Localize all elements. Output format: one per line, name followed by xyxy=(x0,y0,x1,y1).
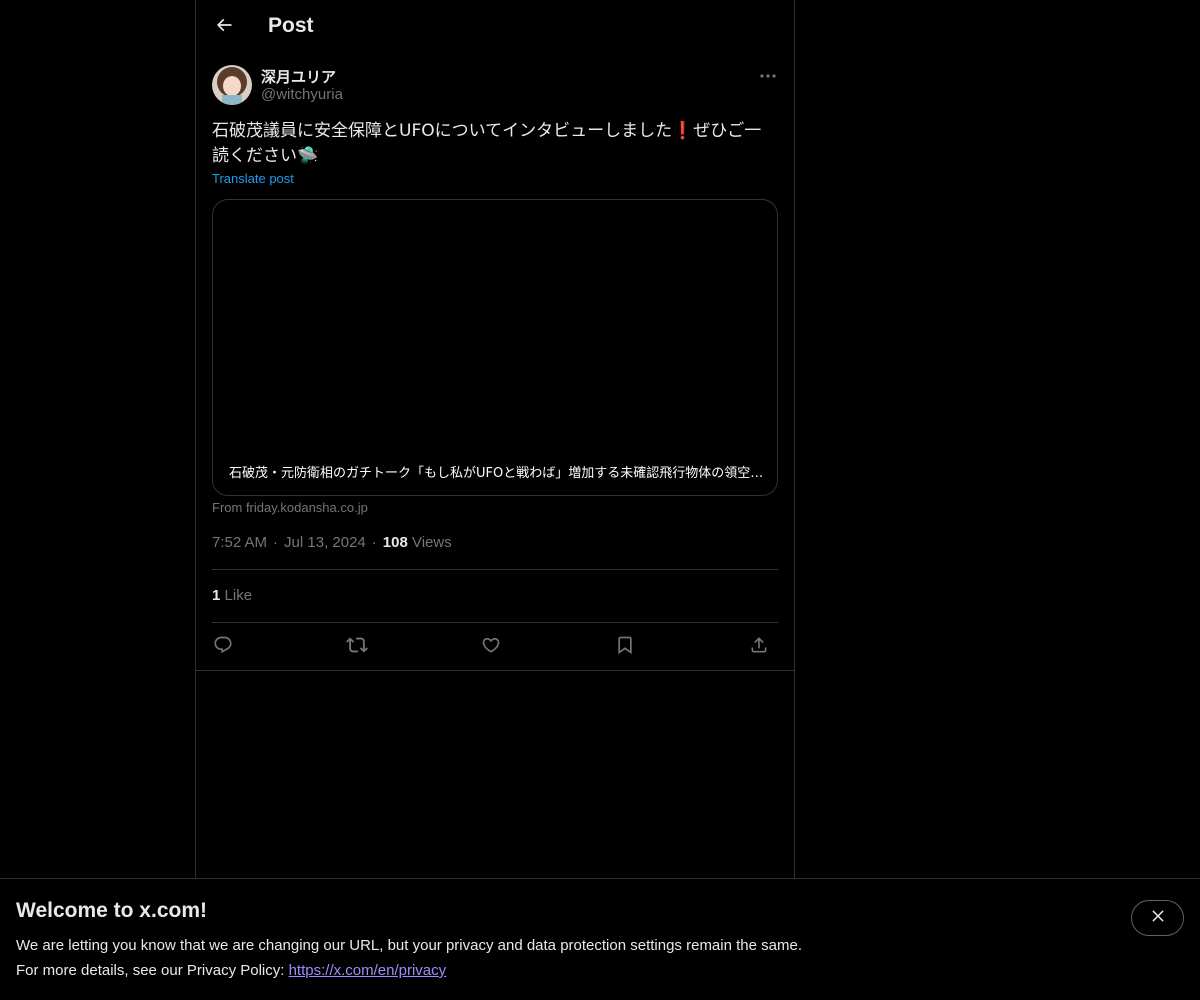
reply-icon xyxy=(213,635,233,660)
post-text: 石破茂議員に安全保障とUFOについてインタビューしました❗️ぜひご一読ください🛸 xyxy=(212,121,762,166)
reply-button[interactable] xyxy=(210,634,236,660)
banner-close-button[interactable] xyxy=(1131,900,1184,936)
more-horizontal-icon xyxy=(760,66,776,84)
likes-count-link[interactable]: 1 Like xyxy=(212,587,252,604)
repost-icon xyxy=(346,634,368,661)
divider xyxy=(196,670,794,671)
action-bar xyxy=(212,634,778,660)
banner-privacy-prefix: For more details, see our Privacy Policy… xyxy=(16,962,289,979)
banner-title: Welcome to x.com! xyxy=(16,899,207,922)
share-button[interactable] xyxy=(746,634,772,660)
meta-separator: · xyxy=(273,534,279,551)
share-icon xyxy=(749,635,769,660)
avatar[interactable] xyxy=(212,65,252,105)
translate-post-link[interactable]: Translate post xyxy=(212,171,294,186)
divider xyxy=(212,569,778,570)
post-date[interactable]: Jul 13, 2024 xyxy=(284,534,366,551)
heart-icon xyxy=(481,635,501,660)
more-button[interactable] xyxy=(756,64,780,86)
meta-separator: · xyxy=(371,534,377,551)
close-icon xyxy=(1149,907,1167,930)
post-column: Post 深月ユリア @witchyuria 石破茂議員に安全保障とUFOについ… xyxy=(195,0,795,880)
link-card[interactable]: 石破茂・元防衛相のガチトーク「もし私がUFOと戦わば」増加する未確認飛行物体の領… xyxy=(212,199,778,496)
page-title: Post xyxy=(268,14,314,37)
post-header: Post xyxy=(196,0,794,54)
repost-button[interactable] xyxy=(344,634,370,660)
author-name[interactable]: 深月ユリア xyxy=(261,66,336,87)
post-metadata: 7:52 AM · Jul 13, 2024 · 108 Views xyxy=(212,534,452,551)
back-button[interactable] xyxy=(208,11,240,43)
bookmark-button[interactable] xyxy=(612,634,638,660)
likes-count: 1 xyxy=(212,587,221,604)
post-time[interactable]: 7:52 AM xyxy=(212,534,267,551)
privacy-policy-link[interactable]: https://x.com/en/privacy xyxy=(289,962,447,979)
arrow-left-icon xyxy=(214,15,234,40)
views-label: Views xyxy=(411,534,452,551)
banner-message: We are letting you know that we are chan… xyxy=(16,937,802,954)
link-card-source[interactable]: From friday.kodansha.co.jp xyxy=(212,500,368,515)
divider xyxy=(212,622,778,623)
bookmark-icon xyxy=(615,635,635,660)
like-button[interactable] xyxy=(478,634,504,660)
author-handle[interactable]: @witchyuria xyxy=(261,86,343,103)
likes-label: Like xyxy=(224,587,253,604)
welcome-banner: Welcome to x.com! We are letting you kno… xyxy=(0,878,1200,1000)
banner-privacy-line: For more details, see our Privacy Policy… xyxy=(16,962,446,979)
views-count: 108 xyxy=(382,534,408,551)
link-card-title: 石破茂・元防衛相のガチトーク「もし私がUFOと戦わば」増加する未確認飛行物体の領… xyxy=(229,466,769,481)
